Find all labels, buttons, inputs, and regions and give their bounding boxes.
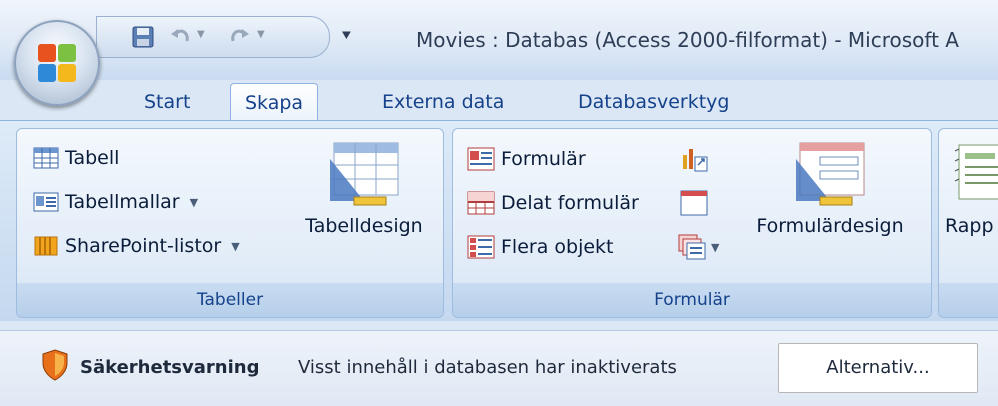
group-label-rapport [939,283,998,317]
security-message-bar: Säkerhetsvarning Visst innehåll i databa… [0,330,998,406]
tabelldesign-label: Tabelldesign [305,215,423,237]
group-formular: Formulär Delat formulär Flera objekt ▼ F… [452,128,932,318]
group-rapport: Rapp [938,128,998,318]
table-template-icon [33,192,59,212]
group-label-tabeller: Tabeller [17,283,443,317]
rapport-button[interactable]: Rapp [945,139,998,237]
pivot-chart-icon[interactable] [679,145,709,173]
title-bar: ▼ ▼ ⯆ Movies : Databas (Access 2000-filf… [0,0,998,80]
delat-formular-label: Delat formulär [501,192,639,214]
tab-start[interactable]: Start [130,83,204,122]
formulardesign-button[interactable]: Formulärdesign [737,139,923,237]
multiple-items-icon [467,235,495,259]
tabelldesign-button[interactable]: Tabelldesign [289,139,439,237]
formular-button[interactable]: Formulär [467,147,586,171]
chevron-down-icon: ▼ [711,240,720,254]
tab-skapa[interactable]: Skapa [230,83,319,123]
group-label-formular: Formulär [453,283,931,317]
quick-access-toolbar: ▼ ▼ [96,16,330,58]
more-forms-button[interactable]: ▼ [677,233,719,261]
options-button[interactable]: Alternativ... [778,343,978,393]
tabell-button[interactable]: Tabell [33,147,119,169]
form-design-icon [796,142,865,206]
sharepoint-listor-button[interactable]: SharePoint-listor ▼ [33,235,240,257]
tabell-label: Tabell [65,147,120,169]
security-warning-title: Säkerhetsvarning [80,357,260,378]
window-title: Movies : Databas (Access 2000-filformat)… [416,28,959,52]
redo-dropdown-icon[interactable]: ▼ [257,29,265,40]
formulardesign-label: Formulärdesign [756,215,904,237]
form-icon [467,147,495,171]
shield-warning-icon [42,349,68,381]
office-logo-icon [38,44,76,82]
customize-dropdown-icon[interactable]: ⯆ [340,26,353,46]
undo-icon[interactable] [169,25,193,49]
security-warning-text: Visst innehåll i databasen har inaktiver… [298,357,677,378]
sharepoint-list-icon [34,236,58,256]
more-forms-icon [678,234,706,260]
table-design-icon [330,142,399,206]
chevron-down-icon: ▼ [231,239,240,253]
ribbon: Tabell Tabellmallar ▼ SharePoint-listor … [0,120,998,321]
formular-label: Formulär [501,148,586,170]
sharepoint-listor-label: SharePoint-listor [65,235,222,257]
redo-icon[interactable] [227,25,251,49]
flera-objekt-button[interactable]: Flera objekt [467,235,614,259]
chevron-down-icon: ▼ [189,195,199,209]
save-icon[interactable] [131,25,155,49]
tabellmallar-label: Tabellmallar [65,191,180,213]
office-button[interactable] [14,20,100,106]
flera-objekt-label: Flera objekt [501,236,614,258]
delat-formular-button[interactable]: Delat formulär [467,191,639,215]
table-icon [33,147,59,169]
report-icon [954,144,998,200]
split-form-icon [467,191,495,215]
group-tabeller: Tabell Tabellmallar ▼ SharePoint-listor … [16,128,444,318]
ribbon-tabs: Start Skapa Externa data Databasverktyg [0,76,998,123]
tab-databasverktyg[interactable]: Databasverktyg [564,83,743,122]
tab-externa-data[interactable]: Externa data [368,83,518,122]
tabellmallar-button[interactable]: Tabellmallar ▼ [33,191,198,213]
blank-form-icon[interactable] [679,189,709,217]
undo-dropdown-icon[interactable]: ▼ [197,29,205,40]
rapport-label: Rapp [945,215,994,237]
